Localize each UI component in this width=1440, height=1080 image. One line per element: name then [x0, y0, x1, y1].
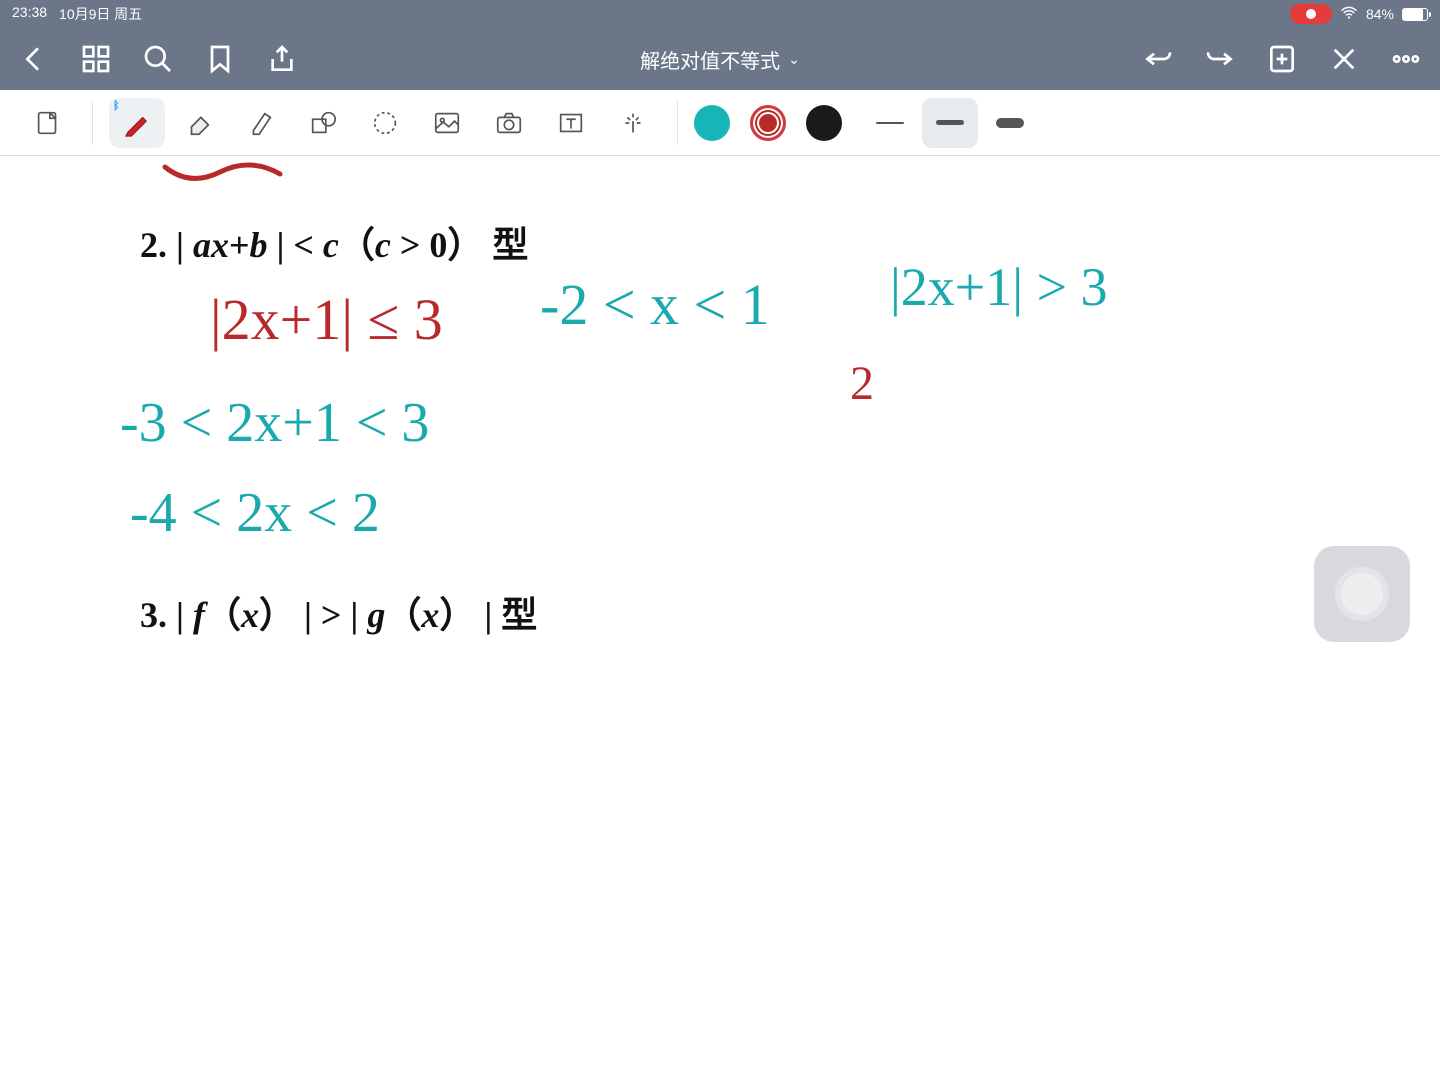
handwriting-teal-4: -4 < 2x < 2 — [130, 481, 380, 545]
handwriting-teal-1: -2 < x < 1 — [540, 271, 770, 338]
add-page-button[interactable] — [1266, 43, 1298, 75]
shape-tool[interactable] — [295, 98, 351, 148]
stroke-medium[interactable] — [922, 98, 978, 148]
bookmark-button[interactable] — [204, 43, 236, 75]
page-tool[interactable] — [20, 98, 76, 148]
document-title: 解绝对值不等式 — [640, 45, 780, 74]
handwriting-teal-2: |2x+1| > 3 — [890, 256, 1108, 318]
lasso-tool[interactable] — [357, 98, 413, 148]
search-button[interactable] — [142, 43, 174, 75]
battery-icon — [1402, 8, 1428, 21]
chevron-down-icon: ⌄ — [788, 51, 800, 68]
recording-indicator[interactable] — [1290, 4, 1332, 24]
camera-tool[interactable] — [481, 98, 537, 148]
color-black[interactable] — [806, 105, 842, 141]
wifi-icon — [1340, 6, 1358, 23]
stroke-thick[interactable] — [982, 98, 1038, 148]
stroke-thin[interactable] — [862, 98, 918, 148]
more-button[interactable] — [1390, 43, 1422, 75]
handwriting-red-fragment: 2 — [850, 356, 874, 411]
toolbar: ᛒ — [0, 90, 1440, 156]
redo-button[interactable] — [1204, 43, 1236, 75]
text-tool[interactable] — [543, 98, 599, 148]
handwriting-red-1: |2x+1| ≤ 3 — [210, 286, 443, 353]
drawing-canvas[interactable]: 2. | ax+b | < c（c > 0） 型 |2x+1| ≤ 3 -2 <… — [0, 156, 1440, 1080]
back-button[interactable] — [18, 43, 50, 75]
ink-fragment — [160, 162, 380, 192]
highlighter-tool[interactable] — [233, 98, 289, 148]
title-bar: 解绝对值不等式 ⌄ — [0, 28, 1440, 90]
bluetooth-icon: ᛒ — [113, 100, 120, 112]
status-time: 23:38 — [12, 4, 47, 24]
handwriting-teal-3: -3 < 2x+1 < 3 — [120, 391, 429, 455]
laser-tool[interactable] — [605, 98, 661, 148]
color-teal[interactable] — [694, 105, 730, 141]
heading-3: 3. | f（x） | > | g（x） | 型 — [140, 586, 537, 638]
color-red[interactable] — [750, 105, 786, 141]
document-title-dropdown[interactable]: 解绝对值不等式 ⌄ — [640, 45, 800, 74]
pen-tool[interactable]: ᛒ — [109, 98, 165, 148]
undo-button[interactable] — [1142, 43, 1174, 75]
close-button[interactable] — [1328, 43, 1360, 75]
battery-percent: 84% — [1366, 6, 1394, 22]
image-tool[interactable] — [419, 98, 475, 148]
share-button[interactable] — [266, 43, 298, 75]
status-date: 10月9日 周五 — [59, 4, 142, 24]
assistive-touch-button[interactable] — [1314, 546, 1410, 642]
grid-view-button[interactable] — [80, 43, 112, 75]
heading-2: 2. | ax+b | < c（c > 0） 型 — [140, 216, 528, 268]
eraser-tool[interactable] — [171, 98, 227, 148]
status-bar: 23:38 10月9日 周五 84% — [0, 0, 1440, 28]
